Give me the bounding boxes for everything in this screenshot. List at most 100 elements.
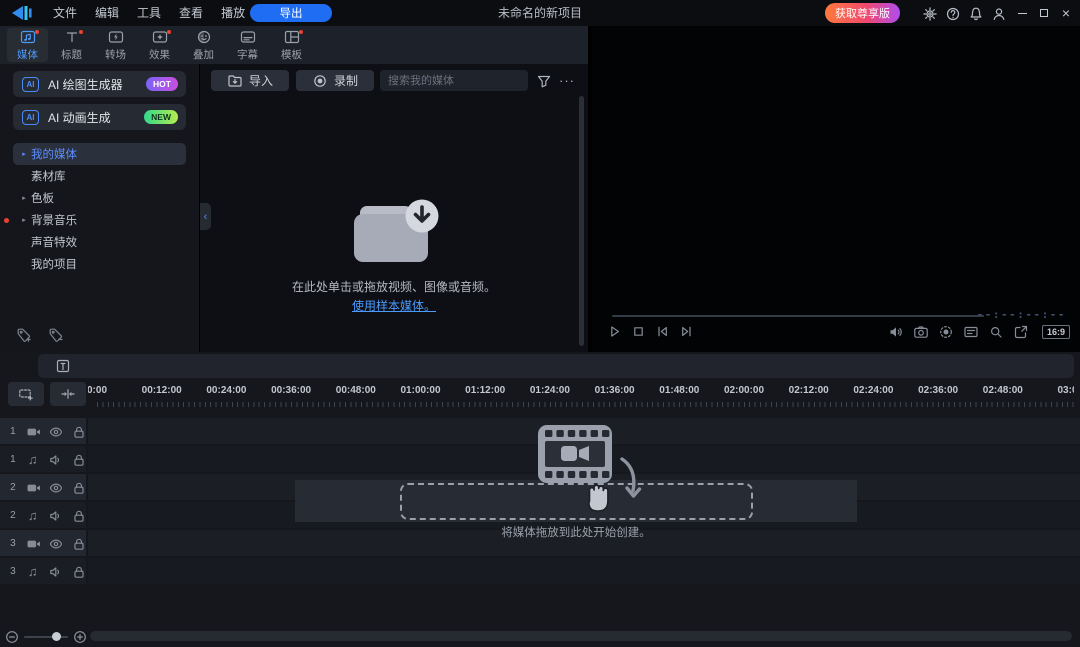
sidebar-item-my-media[interactable]: ▸我的媒体	[13, 143, 186, 165]
play-button[interactable]	[606, 323, 623, 340]
ai-image-generator-button[interactable]: AIAI 绘图生成器HOT	[13, 71, 186, 97]
menu-tools[interactable]: 工具	[128, 0, 170, 26]
timeline-panel: 0:0000:12:0000:24:0000:36:0000:48:0001:0…	[0, 352, 1080, 647]
track-header-video-2[interactable]: 2	[0, 474, 86, 500]
tab-transition[interactable]: 转场	[95, 28, 136, 62]
sidebar-item-stock-media[interactable]: ▸素材库	[13, 165, 186, 187]
track-header-video-1[interactable]: 1	[0, 418, 86, 444]
menu-file[interactable]: 文件	[44, 0, 86, 26]
tab-template[interactable]: 模板	[271, 28, 312, 62]
settings-gear-icon[interactable]	[919, 3, 940, 24]
toggle-mute-icon[interactable]	[48, 563, 64, 579]
subtitle-icon	[240, 29, 256, 45]
lock-track-icon[interactable]	[70, 563, 86, 579]
lock-track-icon[interactable]	[70, 479, 86, 495]
tab-title[interactable]: 标题	[51, 28, 92, 62]
toggle-visibility-icon[interactable]	[48, 479, 64, 495]
playback-controls	[606, 323, 695, 340]
tab-subtitle[interactable]: 字幕	[227, 28, 268, 62]
account-icon[interactable]	[988, 3, 1009, 24]
preview-panel: --:--:--:-- 16:9	[592, 26, 1080, 352]
media-icon	[20, 29, 36, 45]
stop-button[interactable]	[630, 323, 647, 340]
overlay-icon	[196, 29, 212, 45]
track-header-audio-2[interactable]: 2♫	[0, 502, 86, 528]
tag-actions	[16, 327, 65, 344]
notification-dot	[299, 30, 303, 34]
zoom-out-icon[interactable]	[4, 629, 18, 643]
close-button[interactable]: ×	[1056, 0, 1076, 26]
track-header-audio-3[interactable]: 3♫	[0, 558, 86, 584]
ai-icon: AI	[22, 77, 39, 92]
export-button[interactable]: 导出	[250, 4, 332, 22]
asset-tabbar: 媒体标题转场效果叠加字幕模板	[0, 26, 588, 64]
maximize-button[interactable]	[1034, 0, 1054, 26]
drop-zone[interactable]	[400, 483, 753, 520]
zoom-slider-track[interactable]	[24, 636, 68, 638]
add-tag-icon[interactable]	[16, 327, 33, 344]
track-lane-audio-3[interactable]	[88, 558, 1080, 584]
detach-window-icon[interactable]	[1013, 324, 1029, 340]
sidebar: AIAI 绘图生成器HOT AIAI 动画生成NEW ▸我的媒体▸素材库▸色板▸背…	[0, 64, 199, 352]
sidebar-item-sound-effects[interactable]: ▸声音特效	[13, 231, 186, 253]
zoom-in-icon[interactable]	[72, 629, 86, 643]
lock-track-icon[interactable]	[70, 451, 86, 467]
menu-edit[interactable]: 编辑	[86, 0, 128, 26]
remove-tag-icon[interactable]	[48, 327, 65, 344]
minimize-button[interactable]	[1012, 0, 1032, 26]
toggle-mute-icon[interactable]	[48, 451, 64, 467]
toggle-visibility-icon[interactable]	[48, 535, 64, 551]
lock-track-icon[interactable]	[70, 423, 86, 439]
preview-quality-icon[interactable]	[988, 324, 1004, 340]
import-folder-icon[interactable]	[346, 196, 442, 270]
snapshot-camera-icon[interactable]	[913, 324, 929, 340]
upgrade-button[interactable]: 获取尊享版	[825, 3, 900, 23]
ruler-timestamp: 02:24:00	[853, 385, 893, 396]
lock-track-icon[interactable]	[70, 535, 86, 551]
sidebar-item-color-boards[interactable]: ▸色板	[13, 187, 186, 209]
sidebar-item-my-projects[interactable]: ▸我的项目	[13, 253, 186, 275]
track-headers: 11♫22♫33♫	[0, 418, 86, 586]
ai-animation-generator-button[interactable]: AIAI 动画生成NEW	[13, 104, 186, 130]
trim-tool-button[interactable]	[50, 382, 86, 406]
music-note-icon: ♫	[25, 451, 41, 467]
help-icon[interactable]	[942, 3, 963, 24]
next-frame-button[interactable]	[678, 323, 695, 340]
display-settings-icon[interactable]	[963, 324, 979, 340]
zoom-slider-handle[interactable]	[52, 632, 61, 641]
lock-track-icon[interactable]	[70, 507, 86, 523]
render-preview-icon[interactable]	[938, 324, 954, 340]
sidebar-items: ▸我的媒体▸素材库▸色板▸背景音乐▸声音特效▸我的项目	[0, 143, 199, 275]
horizontal-scrollbar[interactable]	[90, 631, 1072, 641]
track-header-video-3[interactable]: 3	[0, 530, 86, 556]
notification-dot	[79, 30, 83, 34]
ai-icon: AI	[22, 110, 39, 125]
music-note-icon: ♫	[25, 563, 41, 579]
track-header-audio-1[interactable]: 1♫	[0, 446, 86, 472]
tab-media[interactable]: 媒体	[7, 28, 48, 62]
toggle-mute-icon[interactable]	[48, 507, 64, 523]
collapse-sidebar-button[interactable]: ‹	[200, 203, 211, 230]
media-panel: 导入 录制 ··· 在此处单击或拖放视频、图像或音频。 使用样本媒体。 ‹	[200, 64, 588, 352]
sidebar-item-background-music[interactable]: ▸背景音乐	[13, 209, 186, 231]
media-empty-state[interactable]: 在此处单击或拖放视频、图像或音频。 使用样本媒体。	[200, 64, 588, 352]
toggle-visibility-icon[interactable]	[48, 423, 64, 439]
badge-new: NEW	[144, 110, 178, 124]
ruler-timestamp: 02:48:00	[983, 385, 1023, 396]
manage-tracks-icon[interactable]	[55, 358, 71, 374]
vertical-scrollbar[interactable]	[579, 96, 584, 346]
timeline-ruler[interactable]: 0:0000:12:0000:24:0000:36:0000:48:0001:0…	[88, 382, 1074, 408]
ruler-timestamp: 01:48:00	[659, 385, 699, 396]
tab-effects[interactable]: 效果	[139, 28, 180, 62]
aspect-ratio-badge[interactable]: 16:9	[1042, 325, 1070, 339]
previous-frame-button[interactable]	[654, 323, 671, 340]
seek-bar[interactable]	[612, 315, 984, 317]
add-track-button[interactable]	[8, 382, 44, 406]
menu-view[interactable]: 查看	[170, 0, 212, 26]
menu-play[interactable]: 播放	[212, 0, 254, 26]
sample-media-link[interactable]: 使用样本媒体。	[200, 297, 588, 314]
drag-hand-icon	[582, 479, 616, 515]
tab-overlay[interactable]: 叠加	[183, 28, 224, 62]
volume-icon[interactable]	[888, 324, 904, 340]
notifications-bell-icon[interactable]	[965, 3, 986, 24]
